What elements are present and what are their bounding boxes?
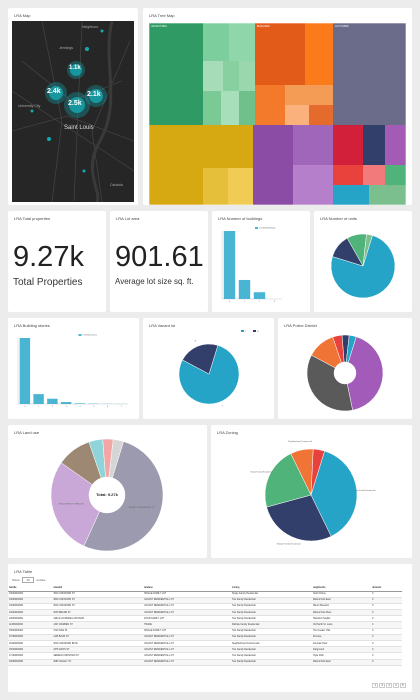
- x-tick-label: 1: [38, 406, 40, 408]
- cluster-label[interactable]: 2.4k: [47, 88, 61, 95]
- cluster-label[interactable]: 2.5k: [68, 100, 82, 107]
- legend-label: N: [257, 331, 259, 333]
- map-panel: LRA Map 1.1k 2.4k 2.5k 2.1k Neighbors Je…: [8, 8, 138, 205]
- legend-label: Y: [245, 331, 247, 333]
- lot-area-panel: LRA Lot area 901.61 Average lot size sq.…: [110, 211, 208, 312]
- x-tick-label: 7: [121, 406, 123, 408]
- table-cell: 0: [371, 659, 402, 666]
- total-properties-label: Total Properties: [13, 277, 83, 288]
- bar[interactable]: [47, 398, 58, 404]
- slice-label: Multiple Family Residential: [277, 542, 301, 545]
- bar[interactable]: [238, 279, 251, 299]
- bar[interactable]: [223, 231, 236, 299]
- legend-swatch: [253, 330, 256, 332]
- table-cell: VACANT RESIDENTIAL LOT: [143, 659, 231, 666]
- map-title: LRA Map: [14, 13, 31, 18]
- bar[interactable]: [60, 402, 72, 404]
- bar[interactable]: [19, 338, 31, 404]
- page-size-control: Show 10 entries: [12, 577, 46, 583]
- treemap-panel: LRA Tree Map VACANT RES BLDG RES LOT COM…: [143, 8, 412, 205]
- page-button[interactable]: 2: [378, 683, 386, 688]
- show-label: Show: [12, 578, 20, 582]
- legend-label: COUNT(buildings): [259, 228, 276, 230]
- place-label: University City: [18, 104, 41, 108]
- treemap-group-label: LOT COMM: [335, 25, 349, 28]
- lot-area-label: Average lot size sq. ft.: [115, 277, 194, 286]
- x-tick-label: 4: [79, 406, 81, 408]
- x-tick-label: 0: [24, 406, 26, 408]
- buildings-panel: LRA Number of buildings 0 1 2 3 COUNT(buildi…: [212, 211, 310, 312]
- slice-label: VACANT RESIDENTIAL LOT: [129, 506, 156, 509]
- data-table: handle siteaddr landuse zoning neighborho nbr…: [8, 586, 402, 666]
- donut-center-label: Total: 9.27k: [96, 492, 118, 497]
- lot-area-title: LRA Lot area: [116, 216, 140, 221]
- cluster-label[interactable]: 2.1k: [87, 91, 101, 98]
- x-tick-label: 5: [93, 406, 95, 408]
- police-chart[interactable]: [278, 318, 412, 419]
- treemap-group-label: VACANT RES: [151, 25, 167, 28]
- buildings-chart[interactable]: 0 1 2 3 COUNT(buildings): [212, 211, 310, 312]
- zoning-chart[interactable]: Two Family Residential Multiple Family Re…: [211, 425, 412, 558]
- treemap-chart[interactable]: [143, 8, 412, 205]
- place-label: Neighbors: [82, 25, 98, 29]
- entries-label: entries: [36, 578, 46, 582]
- vacant-panel: LRA Vacant lot YNYN: [143, 318, 274, 419]
- units-chart[interactable]: [314, 211, 412, 312]
- landuse-panel: LRA Land use VACANT RESIDENTIAL LOT SINGL…: [8, 425, 207, 558]
- page-button[interactable]: 3: [385, 683, 393, 688]
- place-label: Saint Louis: [64, 125, 94, 131]
- table-cell: Two Family Residential: [230, 659, 312, 666]
- page-button[interactable]: 5: [399, 683, 406, 688]
- table-title: LRA Table: [14, 569, 33, 574]
- bar[interactable]: [253, 292, 266, 299]
- table-cell: 4083 VALLEY ST: [52, 659, 144, 666]
- pagination: 12345: [372, 683, 406, 688]
- police-panel: LRA Police District: [278, 318, 412, 419]
- slice-label: Two Family Residential: [355, 489, 376, 492]
- x-tick-label: 6: [107, 406, 109, 408]
- place-label: Jennings: [59, 46, 74, 50]
- slice-label: N: [195, 340, 197, 342]
- total-properties-value: 9.27k: [13, 241, 84, 273]
- stories-panel: LRA Building stories 0 1 2 3 4 5 6 7 COUNT(stori…: [8, 318, 139, 419]
- bar[interactable]: [74, 403, 86, 404]
- lot-area-value: 901.61: [115, 241, 204, 273]
- x-tick-label: 1: [244, 301, 246, 303]
- bar[interactable]: [33, 394, 44, 404]
- x-tick-label: 0: [229, 301, 231, 303]
- table-cell: Walnut Park East: [311, 659, 372, 666]
- treemap-group-label: BLDG RES: [257, 25, 270, 28]
- landuse-chart[interactable]: VACANT RESIDENTIAL LOT SINGLE FAMILY DWEL…: [8, 425, 207, 558]
- page-button[interactable]: 4: [392, 683, 400, 688]
- x-tick-label: 2: [259, 301, 261, 303]
- slice-label: Y: [222, 406, 224, 408]
- units-panel: LRA Number of units: [314, 211, 412, 312]
- slice-label: Neighborhood Commercial: [288, 441, 312, 443]
- table-row[interactable]: 18260000000 4083 VALLEY ST VACANT RESIDENT…: [8, 659, 402, 666]
- page-size-select[interactable]: 10: [22, 577, 34, 583]
- map-canvas[interactable]: 1.1k 2.4k 2.5k 2.1k Neighbors Jennings U…: [12, 21, 134, 202]
- table-body: 10000000000 3510 UNKNOWN ST SINGLE FAMILY …: [8, 591, 402, 666]
- zoning-panel: LRA Zoning Two Family Residential Multipl…: [211, 425, 412, 558]
- stories-chart[interactable]: 0 1 2 3 4 5 6 7 COUNT(stories): [8, 318, 139, 419]
- place-label: Cahokia: [110, 183, 123, 187]
- x-tick-label: 2: [52, 406, 54, 408]
- page-button[interactable]: 1: [372, 683, 379, 688]
- legend-swatch: [78, 334, 82, 336]
- vacant-chart[interactable]: Y N Y N: [143, 318, 274, 419]
- slice-label: SINGLE FAMILY DWELLING: [58, 503, 84, 506]
- legend-swatch: [241, 330, 244, 332]
- legend-label: COUNT(stories): [83, 334, 98, 337]
- x-tick-label: 3: [274, 301, 276, 303]
- total-properties-title: LRA Total properties: [14, 216, 50, 221]
- x-tick-label: 3: [66, 406, 68, 408]
- legend-swatch: [255, 227, 258, 229]
- total-properties-panel: LRA Total properties 9.27k Total Propert…: [8, 211, 106, 312]
- slice-label: Single Family Residential: [250, 471, 273, 474]
- cluster-label[interactable]: 1.1k: [69, 65, 81, 71]
- table-cell: 18260000000: [8, 659, 53, 666]
